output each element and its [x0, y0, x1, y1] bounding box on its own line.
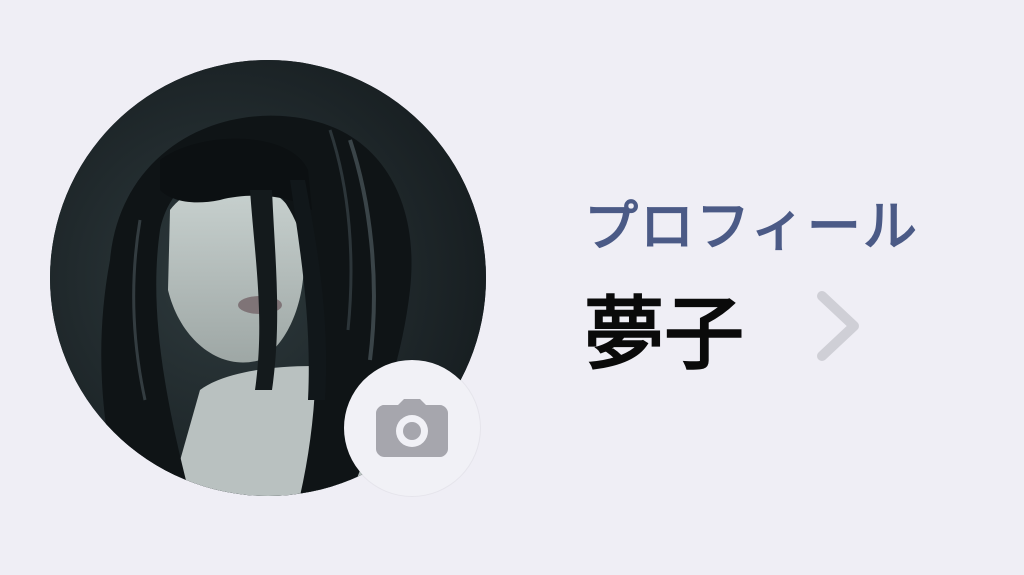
camera-icon: [376, 399, 448, 457]
chevron-right-icon: [814, 290, 862, 366]
profile-name-row[interactable]: プロフィール 夢子: [584, 170, 984, 390]
display-name: 夢子: [584, 288, 744, 381]
profile-screen: プロフィール 夢子: [0, 0, 1024, 575]
profile-section-label: プロフィール: [584, 195, 919, 258]
avatar-container: [50, 60, 486, 496]
change-photo-button[interactable]: [344, 360, 480, 496]
